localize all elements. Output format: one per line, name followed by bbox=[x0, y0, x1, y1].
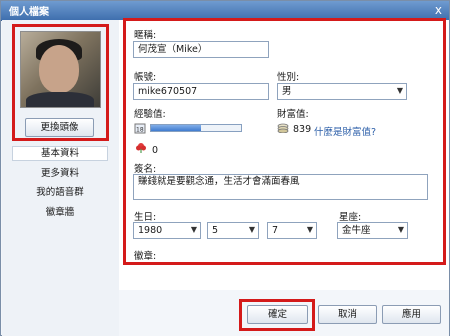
experience-progress bbox=[150, 124, 242, 132]
birthday-label: 生日: bbox=[134, 212, 157, 223]
signature-field[interactable]: 賺錢就是要觀念通，生活才會滿面春風 bbox=[133, 174, 428, 200]
profile-window: 個人檔案 x 更換頭像 基本資料 更多資料 我的語音群 徽章牆 暱稱: 何茂宣（… bbox=[0, 0, 450, 336]
wealth-label: 財富值: bbox=[277, 109, 309, 120]
apply-button[interactable]: 應用 bbox=[382, 305, 441, 324]
nickname-field[interactable]: 何茂宣（Mike） bbox=[133, 41, 269, 58]
flower-icon bbox=[135, 142, 147, 154]
zodiac-value: 金牛座 bbox=[342, 225, 371, 236]
birth-day-value: 7 bbox=[272, 225, 279, 236]
zodiac-label: 星座: bbox=[339, 212, 362, 223]
badge-label: 徽章: bbox=[134, 251, 157, 262]
coin-stack-icon bbox=[277, 123, 289, 134]
nickname-label: 暱稱: bbox=[134, 30, 157, 41]
chevron-down-icon: ▼ bbox=[190, 225, 197, 234]
experience-progress-fill bbox=[151, 125, 202, 131]
nav-basic-info[interactable]: 基本資料 bbox=[12, 146, 108, 161]
birth-month-value: 5 bbox=[212, 225, 219, 236]
birth-year-value: 1980 bbox=[138, 225, 163, 236]
chevron-down-icon: ▼ bbox=[306, 225, 313, 234]
window-title: 個人檔案 bbox=[9, 7, 49, 18]
zodiac-select[interactable]: 金牛座 ▼ bbox=[337, 222, 408, 239]
gender-label: 性別: bbox=[277, 72, 300, 83]
chevron-down-icon: ▼ bbox=[248, 225, 255, 234]
nav-more-info[interactable]: 更多資料 bbox=[12, 166, 108, 181]
chevron-down-icon: ▼ bbox=[396, 86, 403, 95]
experience-icon-text: 18 bbox=[136, 127, 144, 134]
experience-icon: 18 bbox=[134, 122, 146, 134]
gender-value: 男 bbox=[282, 86, 292, 97]
chevron-down-icon: ▼ bbox=[397, 225, 404, 234]
experience-label: 經驗值: bbox=[134, 109, 166, 120]
avatar-face bbox=[39, 45, 79, 93]
birth-day-select[interactable]: 7 ▼ bbox=[267, 222, 317, 239]
wealth-value: 839 bbox=[293, 124, 312, 135]
ok-button[interactable]: 確定 bbox=[247, 305, 308, 324]
gender-select[interactable]: 男 ▼ bbox=[277, 83, 407, 100]
account-field[interactable]: mike670507 bbox=[133, 83, 269, 100]
signature-label: 簽名: bbox=[134, 164, 157, 175]
avatar bbox=[20, 31, 101, 108]
account-label: 帳號: bbox=[134, 72, 157, 83]
flower-count: 0 bbox=[152, 145, 159, 156]
birth-month-select[interactable]: 5 ▼ bbox=[207, 222, 259, 239]
change-avatar-button[interactable]: 更換頭像 bbox=[25, 118, 94, 137]
cancel-button[interactable]: 取消 bbox=[318, 305, 377, 324]
avatar-shirt bbox=[26, 92, 94, 107]
wealth-help-link[interactable]: 什麼是財富值? bbox=[314, 124, 376, 138]
birth-year-select[interactable]: 1980 ▼ bbox=[133, 222, 201, 239]
close-icon[interactable]: x bbox=[435, 2, 442, 18]
nav-voice-groups[interactable]: 我的語音群 bbox=[12, 185, 108, 200]
nav-badge-wall[interactable]: 徽章牆 bbox=[12, 205, 108, 220]
